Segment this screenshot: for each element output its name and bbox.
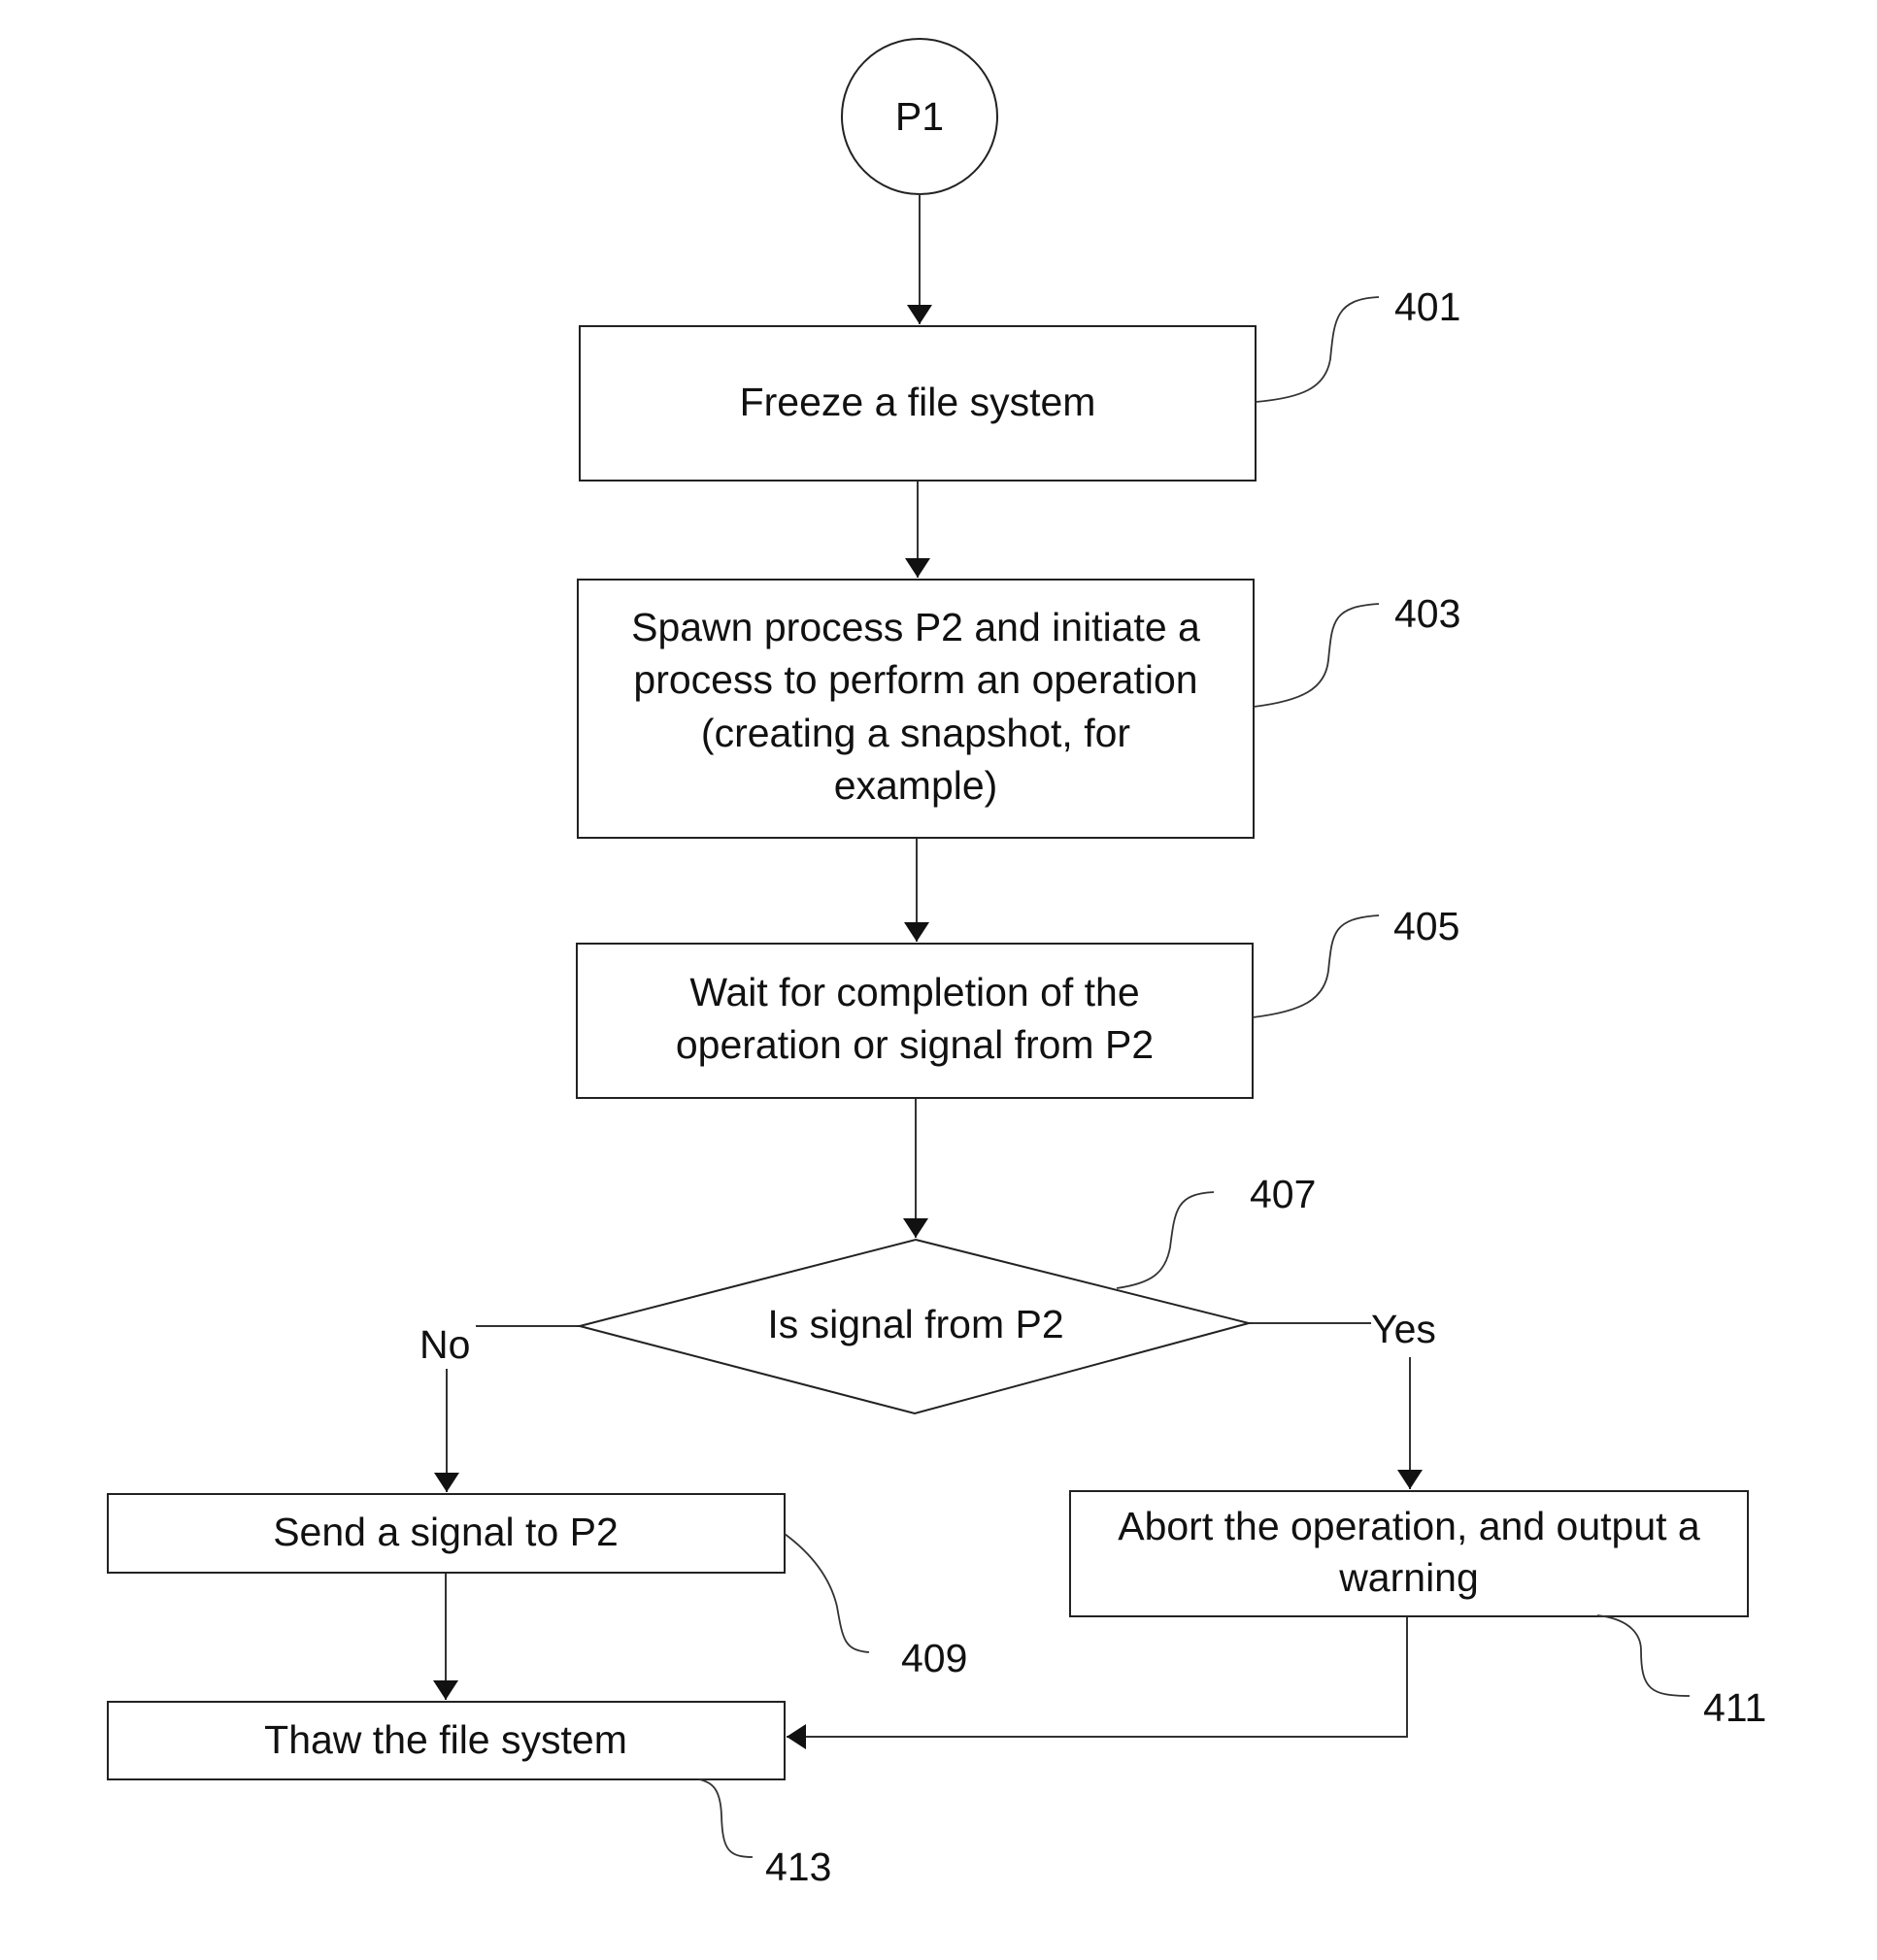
step-403: Spawn process P2 and initiate a process …: [577, 579, 1460, 839]
ref-401: 401: [1394, 284, 1460, 329]
branch-no-label: No: [419, 1322, 470, 1367]
ref-409: 409: [901, 1636, 967, 1680]
step-405-box: [576, 943, 1254, 1099]
step-413-text: Thaw the file system: [264, 1717, 627, 1762]
step-409: Send a signal to P2 409: [107, 1493, 967, 1680]
ref-405-leader: [1252, 914, 1380, 1018]
decision-407: Is signal from P2 407: [576, 1172, 1316, 1415]
decision-407-text: Is signal from P2: [767, 1302, 1063, 1346]
ref-407-leader: [1116, 1191, 1215, 1289]
step-403-text-line-1: Spawn process P2 and initiate a: [631, 605, 1200, 649]
ref-403: 403: [1394, 591, 1460, 636]
start-label: P1: [895, 94, 944, 139]
ref-407: 407: [1250, 1172, 1316, 1216]
flowchart: P1 Freeze a file system 401 Spawn proces…: [107, 38, 1766, 1889]
ref-401-leader: [1255, 296, 1380, 403]
edge-411-413: [787, 1616, 1408, 1749]
ref-409-leader: [784, 1533, 870, 1653]
step-401-text: Freeze a file system: [740, 380, 1096, 424]
step-411: Abort the operation, and output a warnin…: [1069, 1490, 1766, 1730]
ref-405: 405: [1393, 904, 1459, 948]
step-409-text: Send a signal to P2: [273, 1510, 619, 1554]
start-node-p1: P1: [841, 38, 998, 195]
step-405-text-line-2: operation or signal from P2: [676, 1022, 1154, 1067]
ref-413: 413: [765, 1844, 831, 1889]
branch-yes-label: Yes: [1371, 1307, 1436, 1351]
step-405-text-line-1: Wait for completion of the: [689, 970, 1139, 1014]
step-411-text-line-1: Abort the operation, and output a: [1118, 1504, 1700, 1548]
step-413: Thaw the file system 413: [107, 1701, 831, 1889]
step-403-text-line-3: (creating a snapshot, for: [701, 711, 1130, 755]
step-401: Freeze a file system 401: [579, 284, 1460, 482]
step-403-text-line-4: example): [834, 763, 998, 808]
ref-411: 411: [1703, 1685, 1766, 1730]
ref-411-leader: [1596, 1614, 1691, 1697]
step-403-text-line-2: process to perform an operation: [633, 657, 1197, 702]
ref-413-leader: [698, 1778, 754, 1858]
step-405: Wait for completion of the operation or …: [576, 904, 1459, 1099]
ref-403-leader: [1253, 603, 1380, 708]
step-411-text-line-2: warning: [1338, 1555, 1479, 1600]
